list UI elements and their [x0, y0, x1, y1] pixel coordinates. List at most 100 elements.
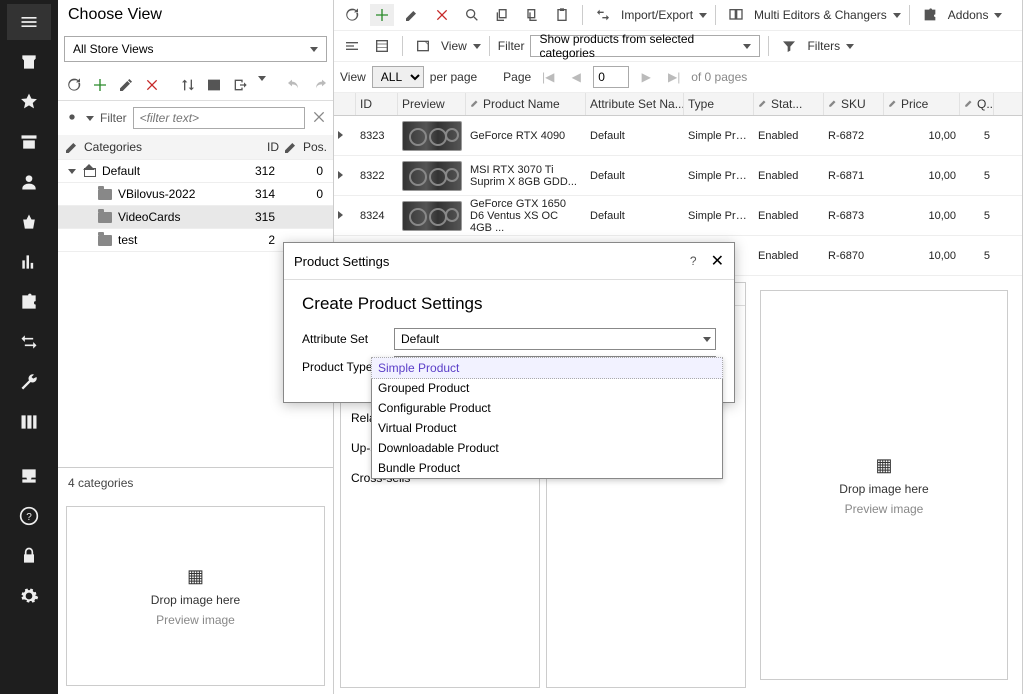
- chevron-down-icon: [310, 47, 318, 52]
- refresh-icon[interactable]: [66, 76, 82, 94]
- dialog-help-icon[interactable]: ?: [690, 254, 697, 268]
- multi-editors-button[interactable]: Multi Editors & Changers: [754, 8, 887, 22]
- add-image-icon: ▦: [187, 566, 204, 587]
- per-page-select[interactable]: ALL: [372, 66, 424, 88]
- redo-icon[interactable]: [312, 76, 328, 94]
- inbox-icon[interactable]: [7, 458, 51, 494]
- gear-icon[interactable]: [7, 578, 51, 614]
- table-row[interactable]: 8322MSI RTX 3070 Ti Suprim X 8GB GDD...D…: [334, 156, 1022, 196]
- dropdown-option[interactable]: Grouped Product: [372, 378, 722, 398]
- tree-row[interactable]: VideoCards315: [58, 206, 333, 229]
- grid-col-header[interactable]: [334, 93, 356, 115]
- transfer-icon[interactable]: [7, 324, 51, 360]
- grid-col-header[interactable]: Price: [884, 93, 960, 115]
- tool3-icon[interactable]: [411, 35, 435, 57]
- tree-row[interactable]: Default3120: [58, 160, 333, 183]
- choose-view-title: Choose View: [58, 0, 333, 36]
- home-icon: [82, 165, 96, 177]
- puzzle-icon[interactable]: [7, 284, 51, 320]
- menu-icon[interactable]: [7, 4, 51, 40]
- filters-icon[interactable]: [777, 35, 801, 57]
- add-button[interactable]: [370, 4, 394, 26]
- grid-col-header[interactable]: Stat...: [754, 93, 824, 115]
- sort-icon[interactable]: [180, 76, 196, 94]
- add-icon[interactable]: [92, 76, 108, 94]
- filters-button[interactable]: Filters: [807, 39, 840, 53]
- dropdown-option[interactable]: Simple Product: [371, 357, 723, 379]
- filter-mode-select[interactable]: Show products from selected categories: [530, 35, 760, 57]
- category-header: Categories ID Pos.: [58, 135, 333, 160]
- next-page-icon[interactable]: ▶: [635, 66, 657, 88]
- tool2-icon[interactable]: [370, 35, 394, 57]
- refresh-icon[interactable]: [340, 4, 364, 26]
- table-row[interactable]: 8324GeForce GTX 1650 D6 Ventus XS OC 4GB…: [334, 196, 1022, 236]
- addons-button[interactable]: Addons: [948, 8, 989, 22]
- grid-col-header[interactable]: Q...: [960, 93, 994, 115]
- settings-icon[interactable]: [64, 109, 80, 128]
- grid-col-header[interactable]: Product Name: [466, 93, 586, 115]
- dropdown-option[interactable]: Configurable Product: [372, 398, 722, 418]
- lock-icon[interactable]: [7, 538, 51, 574]
- svg-text:?: ?: [26, 512, 32, 523]
- chevron-down-icon[interactable]: [86, 116, 94, 121]
- grid-col-header[interactable]: Attribute Set Na...: [586, 93, 684, 115]
- archive-icon[interactable]: [7, 124, 51, 160]
- clear-filter-icon[interactable]: [311, 109, 327, 128]
- prev-page-icon[interactable]: ◀: [565, 66, 587, 88]
- main-toolbar: Import/Export Multi Editors & Changers A…: [334, 0, 1022, 31]
- tool1-icon[interactable]: [340, 35, 364, 57]
- store-view-select[interactable]: All Store Views: [64, 36, 327, 62]
- copy-icon[interactable]: [490, 4, 514, 26]
- addons-icon[interactable]: [918, 4, 942, 26]
- dropdown-option[interactable]: Bundle Product: [372, 458, 722, 478]
- help-icon[interactable]: ?: [7, 498, 51, 534]
- filter-label: Filter: [100, 111, 127, 125]
- columns-icon[interactable]: [7, 404, 51, 440]
- chart-icon[interactable]: [7, 244, 51, 280]
- page-input[interactable]: [593, 66, 629, 88]
- table-row[interactable]: 8323GeForce RTX 4090DefaultSimple Produc…: [334, 116, 1022, 156]
- image-dropzone[interactable]: ▦ Drop image here Preview image: [66, 506, 325, 686]
- folder-icon: [98, 189, 112, 200]
- chevron-down-icon[interactable]: [258, 76, 266, 94]
- grid-col-header[interactable]: SKU: [824, 93, 884, 115]
- tree-row[interactable]: VBilovus-20223140: [58, 183, 333, 206]
- paste-icon[interactable]: [550, 4, 574, 26]
- image-dropzone-2[interactable]: ▦ Drop image here Preview image: [760, 290, 1008, 680]
- filter-input[interactable]: [133, 107, 305, 129]
- attib-set-select[interactable]: Default: [394, 328, 716, 350]
- attribute-set-label: Attribute Set: [302, 332, 388, 346]
- first-page-icon[interactable]: |◀: [537, 66, 559, 88]
- star-icon[interactable]: [7, 84, 51, 120]
- product-type-dropdown: Simple ProductGrouped ProductConfigurabl…: [371, 357, 723, 479]
- copy2-icon[interactable]: [520, 4, 544, 26]
- dropdown-option[interactable]: Downloadable Product: [372, 438, 722, 458]
- view-label[interactable]: View: [441, 39, 467, 53]
- left-rail: ?: [0, 0, 58, 694]
- store-icon[interactable]: [7, 44, 51, 80]
- delete-icon[interactable]: [144, 76, 160, 94]
- folder-icon: [98, 212, 112, 223]
- delete-button[interactable]: [430, 4, 454, 26]
- export-icon[interactable]: [232, 76, 248, 94]
- dialog-heading: Create Product Settings: [302, 294, 716, 314]
- dropdown-option[interactable]: Virtual Product: [372, 418, 722, 438]
- grid-col-header[interactable]: Type: [684, 93, 754, 115]
- filter-label2: Filter: [498, 39, 525, 53]
- multi-editors-icon[interactable]: [724, 4, 748, 26]
- grid-col-header[interactable]: Preview: [398, 93, 466, 115]
- edit-icon[interactable]: [118, 76, 134, 94]
- import-export-button[interactable]: Import/Export: [621, 8, 693, 22]
- close-icon[interactable]: ✕: [711, 251, 724, 271]
- undo-icon[interactable]: [286, 76, 302, 94]
- user-icon[interactable]: [7, 164, 51, 200]
- wrench-icon[interactable]: [7, 364, 51, 400]
- import-export-icon[interactable]: [591, 4, 615, 26]
- search-icon[interactable]: [460, 4, 484, 26]
- image-icon[interactable]: [206, 76, 222, 94]
- last-page-icon[interactable]: ▶|: [663, 66, 685, 88]
- add-image-icon: ▦: [875, 455, 892, 476]
- edit-button[interactable]: [400, 4, 424, 26]
- grid-col-header[interactable]: ID: [356, 93, 398, 115]
- basket-icon[interactable]: [7, 204, 51, 240]
